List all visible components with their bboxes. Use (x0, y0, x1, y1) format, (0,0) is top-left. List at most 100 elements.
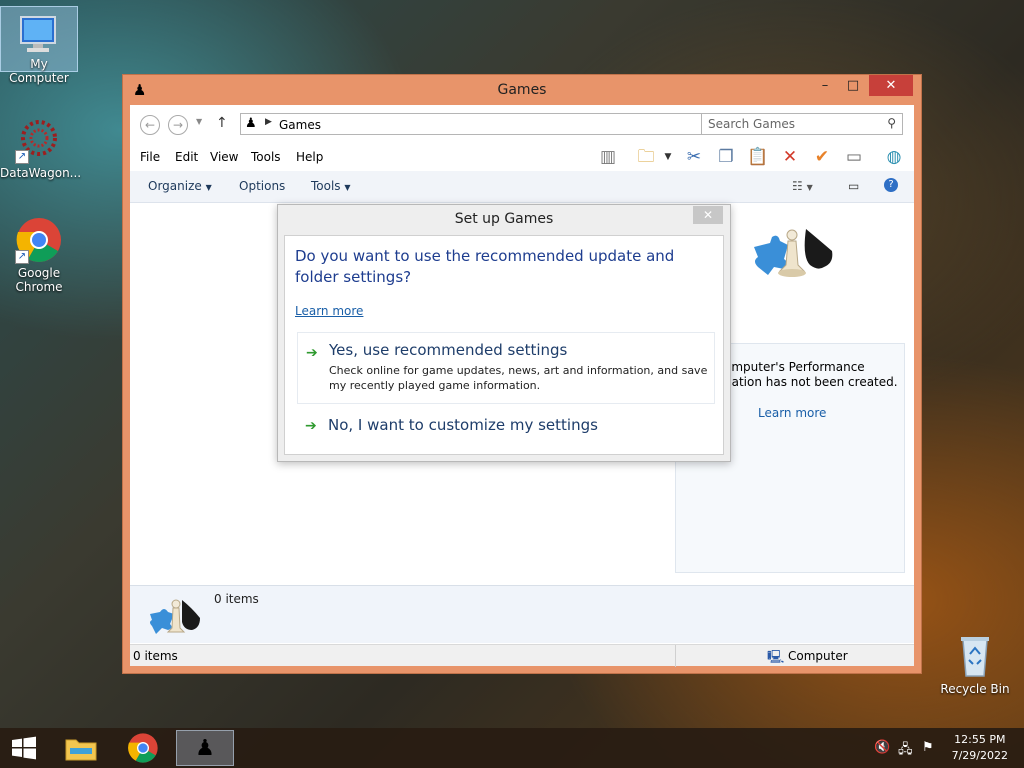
desktop-icon-label: Google Chrome (15, 266, 63, 294)
chevron-down-icon[interactable]: ▼ (656, 145, 680, 169)
menu-edit[interactable]: Edit (175, 150, 198, 164)
option-use-recommended[interactable]: ➔ Yes, use recommended settings Check on… (297, 332, 715, 404)
network-icon[interactable]: 🖧 (898, 740, 913, 762)
taskbar: ♟ 🔇 🖧 ⚑ 12:55 PM 7/29/2022 (0, 728, 1024, 768)
search-icon[interactable]: ⚲ (887, 116, 896, 130)
breadcrumb-chevron-icon[interactable]: ▶ (265, 117, 272, 127)
options-button[interactable]: Options (239, 179, 285, 193)
games-explorer-logo-icon (748, 221, 838, 291)
status-item-count: 0 items (133, 649, 178, 663)
dialog-body: Do you want to use the recommended updat… (284, 235, 724, 455)
command-bar: Organize ▼ Options Tools ▼ ☷ ▼ ▭ ? (130, 171, 914, 203)
taskbar-games[interactable]: ♟ (176, 730, 234, 766)
tools-label: Tools (311, 179, 341, 193)
volume-muted-icon[interactable]: 🔇 (874, 740, 890, 755)
menu-view[interactable]: View (210, 150, 238, 164)
folder-properties-icon[interactable]: 🗀 (634, 145, 658, 169)
up-button[interactable]: ↑ (216, 115, 228, 131)
breadcrumb-games[interactable]: Games (279, 118, 321, 132)
title-bar[interactable]: ♟ Games – □ ✕ (123, 75, 921, 105)
taskbar-file-explorer[interactable] (52, 730, 110, 766)
preview-pane-icon[interactable]: ▭ (848, 179, 859, 193)
green-arrow-icon: ➔ (305, 418, 317, 434)
chevron-down-icon: ▼ (205, 183, 212, 192)
desktop-icon-label: My Computer (9, 57, 69, 85)
tools-button[interactable]: Tools ▼ (311, 179, 351, 193)
search-input[interactable] (708, 115, 878, 133)
option-description: Check online for game updates, news, art… (329, 364, 708, 392)
action-center-flag-icon[interactable]: ⚑ (922, 740, 934, 755)
start-button[interactable] (6, 734, 42, 762)
status-location: Computer (788, 649, 848, 663)
menu-bar: File Edit View Tools Help ▥ 🗀 ▼ ✂ ❐ 📋 ✕ … (130, 143, 914, 171)
checkmark-icon[interactable]: ✔ (810, 145, 834, 169)
maximize-button[interactable]: □ (839, 75, 867, 96)
dialog-close-button[interactable]: ✕ (693, 206, 723, 224)
back-arrow-icon: ← (144, 118, 156, 132)
organize-button[interactable]: Organize ▼ (148, 179, 212, 193)
windows-logo-icon (12, 736, 36, 760)
desktop-icon-my-computer[interactable]: My Computer (0, 6, 78, 85)
copy-icon[interactable]: ❐ (714, 145, 738, 169)
address-row: ← → ▼ ↑ ♟ ▶ Games ⌄ ↻ ⚲ (130, 105, 914, 143)
menu-file[interactable]: File (140, 150, 160, 164)
recycle-bin-icon (951, 632, 999, 680)
performance-line-2: nation has not been created. (724, 375, 898, 389)
datawagon-icon: ↗ (15, 116, 63, 164)
desktop-icon-label: DataWagon... (0, 166, 82, 180)
dialog-question: Do you want to use the recommended updat… (295, 247, 675, 286)
taskbar-chrome[interactable] (114, 730, 172, 766)
up-arrow-icon: ↑ (216, 115, 228, 131)
system-clock[interactable]: 12:55 PM 7/29/2022 (952, 732, 1008, 764)
window-title: Games (497, 82, 547, 98)
close-button[interactable]: ✕ (869, 75, 913, 96)
computer-small-icon: 🖳 (767, 650, 785, 665)
option-title: No, I want to customize my settings (328, 416, 598, 434)
status-divider (675, 645, 676, 667)
file-explorer-icon (65, 739, 97, 761)
setup-games-dialog: Set up Games ✕ Do you want to use the re… (277, 204, 731, 462)
performance-text: omputer's Performance nation has not bee… (724, 360, 902, 390)
desktop-icon-datawagon[interactable]: ↗ DataWagon... (0, 112, 82, 180)
performance-learn-more-link[interactable]: Learn more (758, 406, 826, 420)
details-item-count: 0 items (214, 592, 259, 606)
chrome-icon: ↗ (15, 216, 63, 264)
clock-time: 12:55 PM (954, 733, 1006, 746)
dialog-learn-more-link[interactable]: Learn more (295, 304, 363, 318)
globe-icon[interactable]: ◍ (882, 145, 906, 169)
search-box[interactable]: ⚲ (701, 113, 903, 135)
organize-label: Organize (148, 179, 202, 193)
menu-help[interactable]: Help (296, 150, 323, 164)
games-folder-icon: ♟ (245, 116, 257, 131)
properties-icon[interactable]: ▭ (842, 145, 866, 169)
option-title: Yes, use recommended settings (329, 341, 568, 359)
back-button[interactable]: ← (140, 115, 160, 135)
desktop-icon-recycle-bin[interactable]: Recycle Bin (936, 628, 1014, 696)
recent-pages-chevron-icon[interactable]: ▼ (196, 117, 202, 126)
minimize-button[interactable]: – (811, 75, 839, 96)
layout-pane-icon[interactable]: ▥ (596, 145, 620, 169)
option-customize[interactable]: ➔ No, I want to customize my settings (297, 412, 715, 442)
computer-icon (15, 11, 63, 59)
cut-icon[interactable]: ✂ (682, 145, 706, 169)
view-list-icon: ☷ (792, 179, 803, 193)
view-options-button[interactable]: ☷ ▼ (792, 179, 813, 193)
details-pane: 0 items (130, 585, 914, 643)
menu-tools[interactable]: Tools (251, 150, 281, 164)
forward-button[interactable]: → (168, 115, 188, 135)
clock-date: 7/29/2022 (951, 749, 1008, 762)
desktop-icon-google-chrome[interactable]: ↗ Google Chrome (0, 212, 78, 294)
paste-icon[interactable]: 📋 (746, 145, 770, 169)
chevron-down-icon: ▼ (806, 183, 813, 192)
performance-line-1: omputer's Performance (724, 360, 865, 374)
status-bar: 0 items 🖳 Computer (130, 644, 914, 667)
chrome-icon (128, 733, 158, 763)
games-app-icon: ♟ (195, 736, 215, 761)
dialog-title: Set up Games (454, 211, 554, 227)
chevron-down-icon: ▼ (344, 183, 351, 192)
help-icon[interactable]: ? (884, 178, 898, 192)
shortcut-arrow-icon: ↗ (15, 150, 29, 164)
delete-icon[interactable]: ✕ (778, 145, 802, 169)
games-details-icon (148, 594, 202, 640)
forward-arrow-icon: → (172, 118, 184, 132)
